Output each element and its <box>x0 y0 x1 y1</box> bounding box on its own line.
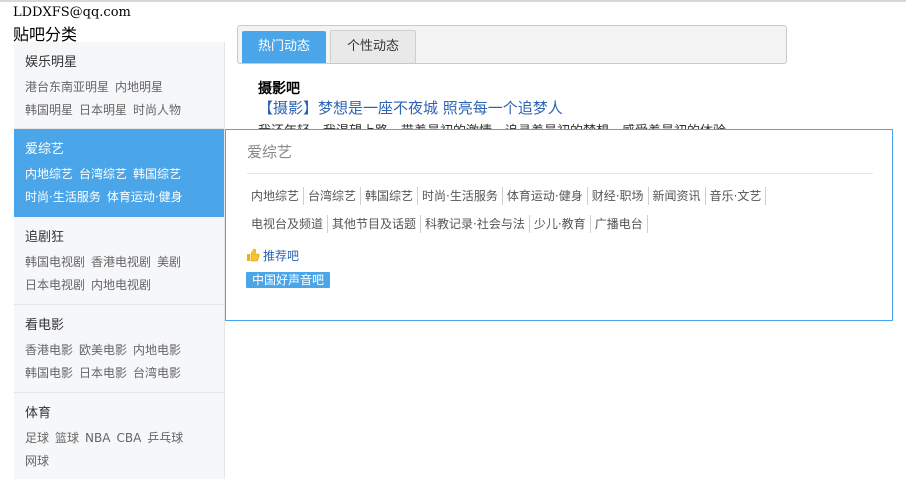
category-sub-line: 韩国电影 日本电影 台湾电影 <box>25 364 187 381</box>
subcategory-link[interactable]: 日本电视剧 <box>25 278 85 292</box>
tag-link[interactable]: 电视台及频道 <box>247 215 329 233</box>
tag-row: 电视台及频道 其他节目及话题 科教记录·社会与法 少儿·教育 广播电台 <box>247 215 648 233</box>
user-email[interactable]: LDDXFS@qq.com <box>13 5 131 20</box>
recommended-forum-badge[interactable]: 中国好声音吧 <box>246 272 331 288</box>
category-sub-line: 日本电视剧 内地电视剧 <box>25 276 157 293</box>
category-sports[interactable]: 体育 足球 篮球 NBA CBA 乒乓球 网球 <box>14 393 224 479</box>
tag-link[interactable]: 少儿·教育 <box>530 215 591 233</box>
tag-link[interactable]: 新闻资讯 <box>649 187 706 205</box>
subcategory-link[interactable]: 内地电影 <box>133 343 181 357</box>
subcategory-link[interactable]: 日本明星 <box>79 103 127 117</box>
subcategory-link[interactable]: 时尚人物 <box>133 103 181 117</box>
subcategory-link[interactable]: 台湾综艺 <box>79 167 127 181</box>
subcategory-link[interactable]: 香港电影 <box>25 343 73 357</box>
category-sub-line: 香港电影 欧美电影 内地电影 <box>25 341 187 358</box>
subcategory-link[interactable]: 篮球 <box>55 431 79 445</box>
subcategory-link[interactable]: 欧美电影 <box>79 343 127 357</box>
feed-forum-name[interactable]: 摄影吧 <box>258 78 300 98</box>
subcategory-link[interactable]: 足球 <box>25 431 49 445</box>
subcategory-link[interactable]: 港台东南亚明星 <box>25 80 109 94</box>
category-movies[interactable]: 看电影 香港电影 欧美电影 内地电影 韩国电影 日本电影 台湾电影 <box>14 305 224 393</box>
category-tv-drama[interactable]: 追剧狂 韩国电视剧 香港电视剧 美剧 日本电视剧 内地电视剧 <box>14 217 224 305</box>
thumbs-up-icon <box>247 248 260 262</box>
tag-link[interactable]: 财经·职场 <box>588 187 649 205</box>
category-title[interactable]: 体育 <box>25 402 51 421</box>
category-sub-line: 网球 <box>25 452 55 469</box>
subcategory-link[interactable]: CBA <box>116 431 141 445</box>
subcategory-link[interactable]: 韩国明星 <box>25 103 73 117</box>
subcategory-link[interactable]: 香港电视剧 <box>91 255 151 269</box>
tag-link[interactable]: 时尚·生活服务 <box>418 187 503 205</box>
subcategory-link[interactable]: 内地明星 <box>115 80 163 94</box>
category-title[interactable]: 爱综艺 <box>25 138 64 157</box>
category-sub-line: 韩国电视剧 香港电视剧 美剧 <box>25 253 187 270</box>
tag-row: 内地综艺 台湾综艺 韩国综艺 时尚·生活服务 体育运动·健身 财经·职场 新闻资讯 音乐·文艺 <box>247 187 767 205</box>
subcategory-link[interactable]: NBA <box>85 431 110 445</box>
subcategory-link[interactable]: 体育运动·健身 <box>107 190 183 204</box>
category-sidebar: 娱乐明星 港台东南亚明星 内地明星 韩国明星 日本明星 时尚人物 爱综艺 内地综艺 台湾… <box>14 42 225 479</box>
tag-link[interactable]: 科教记录·社会与法 <box>421 215 530 233</box>
category-title[interactable]: 追剧狂 <box>25 226 64 245</box>
subcategory-link[interactable]: 韩国电视剧 <box>25 255 85 269</box>
category-sub-line: 港台东南亚明星 内地明星 <box>25 78 169 95</box>
subcategory-link[interactable]: 美剧 <box>157 255 181 269</box>
category-sub-line: 时尚·生活服务 体育运动·健身 <box>25 188 189 205</box>
category-title[interactable]: 看电影 <box>25 314 64 333</box>
tag-link[interactable]: 其他节目及话题 <box>328 215 422 233</box>
tag-link[interactable]: 内地综艺 <box>247 187 305 205</box>
subcategory-link[interactable]: 网球 <box>25 454 49 468</box>
tag-link[interactable]: 广播电台 <box>591 215 648 233</box>
subcategory-link[interactable]: 韩国综艺 <box>133 167 181 181</box>
popup-divider <box>247 173 873 174</box>
subcategory-link[interactable]: 日本电影 <box>79 366 127 380</box>
subcategory-link[interactable]: 乒乓球 <box>147 431 183 445</box>
subcategory-link[interactable]: 内地综艺 <box>25 167 73 181</box>
tab-personal[interactable]: 个性动态 <box>330 30 416 63</box>
popup-title: 爱综艺 <box>247 143 293 161</box>
category-sub-line: 韩国明星 日本明星 时尚人物 <box>25 101 187 118</box>
category-sub-line: 足球 篮球 NBA CBA 乒乓球 <box>25 429 189 446</box>
category-entertainment[interactable]: 娱乐明星 港台东南亚明星 内地明星 韩国明星 日本明星 时尚人物 <box>14 42 224 129</box>
tag-link[interactable]: 体育运动·健身 <box>503 187 588 205</box>
tag-link[interactable]: 台湾综艺 <box>304 187 362 205</box>
tab-hot[interactable]: 热门动态 <box>242 31 326 63</box>
feed-tabs: 热门动态 个性动态 <box>237 25 787 64</box>
tag-link[interactable]: 音乐·文艺 <box>706 187 767 205</box>
subcategory-link[interactable]: 内地电视剧 <box>91 278 151 292</box>
subcategory-link[interactable]: 台湾电影 <box>133 366 181 380</box>
category-popup: 爱综艺 内地综艺 台湾综艺 韩国综艺 时尚·生活服务 体育运动·健身 财经·职场 新闻资讯音… <box>225 129 893 321</box>
tag-link[interactable]: 韩国综艺 <box>361 187 419 205</box>
category-sub-line: 内地综艺 台湾综艺 韩国综艺 <box>25 165 187 182</box>
top-divider <box>0 0 906 2</box>
subcategory-link[interactable]: 韩国电影 <box>25 366 73 380</box>
subcategory-link[interactable]: 时尚·生活服务 <box>25 190 101 204</box>
category-title[interactable]: 娱乐明星 <box>25 51 77 70</box>
recommend-label[interactable]: 推荐吧 <box>263 249 299 263</box>
recommend-section: 推荐吧 <box>246 247 299 264</box>
category-variety-active[interactable]: 爱综艺 内地综艺 台湾综艺 韩国综艺 时尚·生活服务 体育运动·健身 <box>14 129 224 217</box>
feed-post-title[interactable]: 【摄影】梦想是一座不夜城 照亮每一个追梦人 <box>258 97 563 118</box>
